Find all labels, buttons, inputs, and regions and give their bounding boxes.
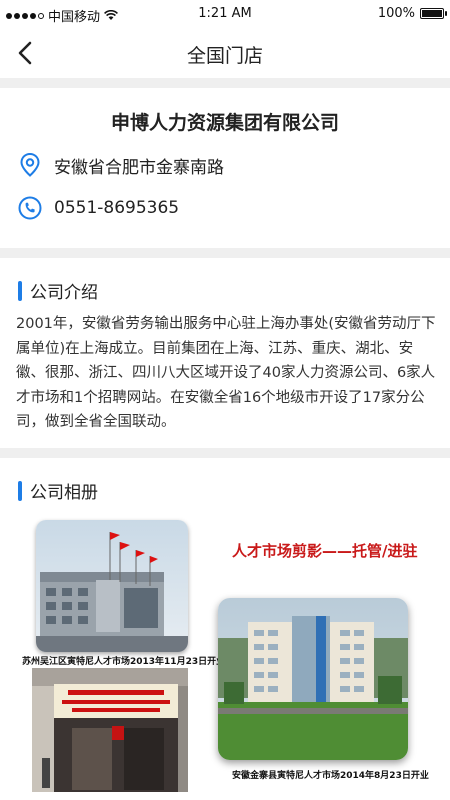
nav-bar: 全国门店 xyxy=(0,28,450,78)
status-right: 100% xyxy=(377,6,447,21)
album-promo-title: 人才市场剪影——托管/进驻 xyxy=(232,542,418,560)
intro-heading-text: 公司介绍 xyxy=(30,283,98,303)
photo-caption-wujiang: 苏州吴江区寅特尼人才市场2013年11月23日开业 xyxy=(22,657,226,667)
address-row[interactable]: 安徽省合肥市金寨南路 xyxy=(18,152,224,178)
company-phone: 0551-8695365 xyxy=(54,198,180,218)
building-photo xyxy=(36,520,188,652)
album-photo-fuyang[interactable] xyxy=(32,668,188,792)
intro-card: 公司介绍 2001年，安徽省劳务输出服务中心驻上海办事处(安徽省劳动厅下属单位)… xyxy=(0,258,450,448)
page-title: 全国门店 xyxy=(186,45,263,67)
album-heading-text: 公司相册 xyxy=(30,483,98,503)
album-photo-jinzhai[interactable] xyxy=(218,598,408,760)
battery-percent: 100% xyxy=(377,6,415,21)
status-bar: 中国移动 1:21 AM 100% xyxy=(0,0,450,28)
photo-caption-jinzhai: 安徽金寨县寅特尼人才市场2014年8月23日开业 xyxy=(232,771,429,781)
intro-text: 2001年，安徽省劳务输出服务中心驻上海办事处(安徽省劳动厅下属单位)在上海成立… xyxy=(16,316,436,430)
heading-accent-bar xyxy=(18,480,22,501)
location-pin-icon xyxy=(20,152,40,177)
storefront-photo xyxy=(32,668,188,792)
album-card: 公司相册 苏州吴江区寅特尼人才市场2013年11月23日开业 人才市场剪影——托… xyxy=(0,458,450,800)
office-building-photo xyxy=(218,598,408,760)
heading-accent-bar xyxy=(18,280,22,301)
phone-icon xyxy=(18,196,42,220)
album-heading: 公司相册 xyxy=(18,478,98,503)
album-photo-wujiang[interactable] xyxy=(36,520,188,652)
company-address: 安徽省合肥市金寨南路 xyxy=(54,157,224,178)
intro-heading: 公司介绍 xyxy=(18,278,98,303)
company-name: 申博人力资源集团有限公司 xyxy=(110,112,339,134)
battery-icon xyxy=(420,8,447,19)
phone-row[interactable]: 0551-8695365 xyxy=(18,196,179,220)
